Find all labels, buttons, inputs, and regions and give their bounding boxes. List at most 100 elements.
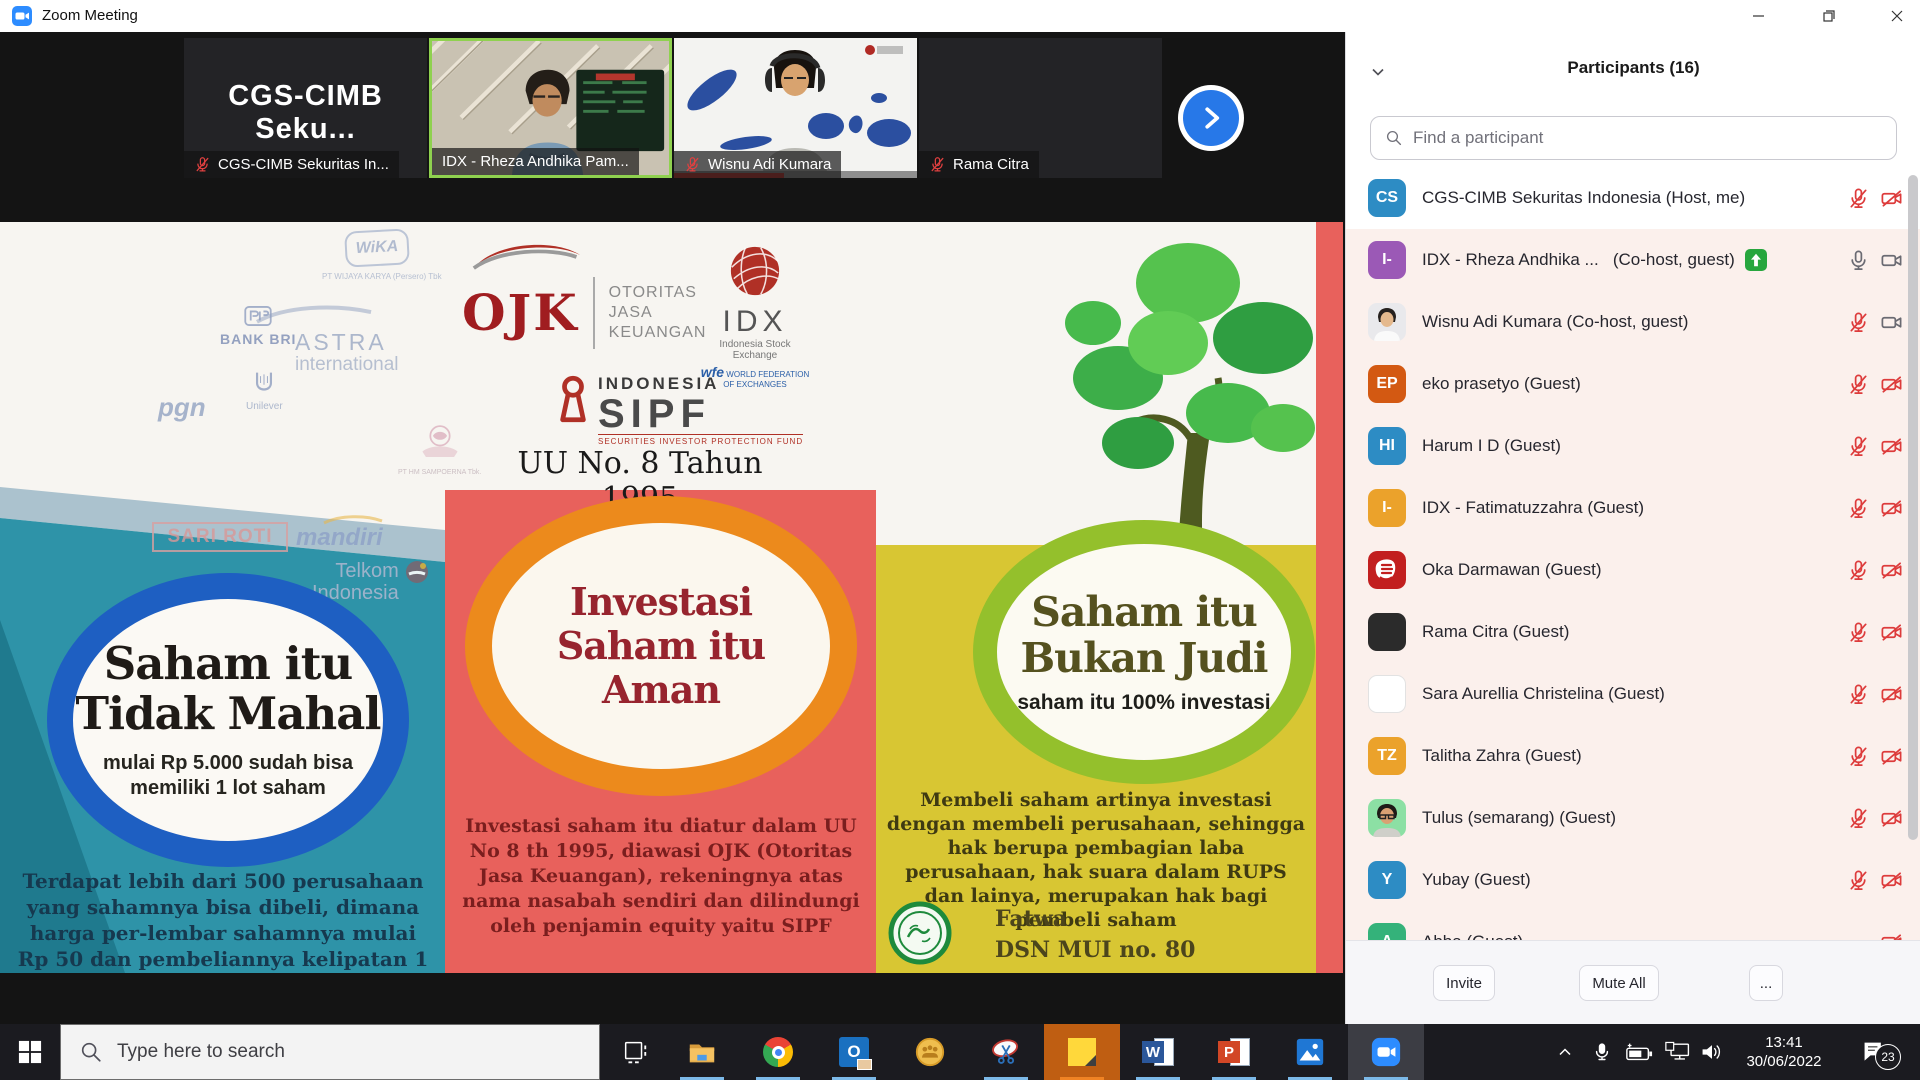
start-button[interactable] <box>0 1024 60 1080</box>
chrome-icon <box>763 1037 793 1067</box>
participant-name: Sara Aurellia Christelina (Guest) <box>1422 684 1665 704</box>
task-view-button[interactable] <box>606 1024 664 1080</box>
participant-row[interactable]: AAbba (Guest) <box>1346 911 1920 940</box>
participant-row[interactable]: CSCGS-CIMB Sekuritas Indonesia (Host, me… <box>1346 167 1920 229</box>
task-view-icon <box>621 1038 649 1066</box>
camera-off-icon <box>1880 187 1903 210</box>
mic-muted-icon <box>1847 497 1870 520</box>
participants-panel: Participants (16) Find a participant CSC… <box>1345 32 1920 1024</box>
taskbar-app-file-explorer[interactable] <box>664 1024 740 1080</box>
zoom-icon <box>1370 1036 1402 1068</box>
mandiri-logo: mandiri <box>296 512 386 552</box>
tree-illustration <box>1058 228 1328 558</box>
restore-icon <box>1823 10 1835 22</box>
participant-row[interactable]: Wisnu Adi Kumara (Co-host, guest) <box>1346 291 1920 353</box>
unilever-logo: Unilever <box>246 370 283 412</box>
camera-off-icon <box>1880 559 1903 582</box>
avatar <box>1368 613 1406 651</box>
participant-row[interactable]: Tulus (semarang) (Guest) <box>1346 787 1920 849</box>
avatar: Y <box>1368 861 1406 899</box>
taskbar-app-outlook[interactable]: O <box>816 1024 892 1080</box>
column1-body-text: Terdapat lebih dari 500 perusahaan yang … <box>16 868 430 973</box>
camera-off-icon <box>1880 435 1903 458</box>
photos-icon <box>1294 1036 1326 1068</box>
video-tile-label: Rama Citra <box>919 151 1039 178</box>
next-page-button[interactable] <box>1178 85 1244 151</box>
search-placeholder: Find a participant <box>1413 128 1543 148</box>
search-icon <box>1385 129 1403 147</box>
powerpoint-icon: P <box>1218 1037 1250 1067</box>
participant-name: Wisnu Adi Kumara <box>708 156 831 173</box>
mic-muted-icon <box>194 156 211 173</box>
participant-row[interactable]: HIHarum I D (Guest) <box>1346 415 1920 477</box>
camera-off-icon <box>1880 683 1903 706</box>
video-tile-text: CGS-CIMB Seku... <box>184 80 427 146</box>
participant-row[interactable]: I- IDX - Rheza Andhika ... (Co-host, gues… <box>1346 229 1920 291</box>
participant-row[interactable]: Rama Citra (Guest) <box>1346 601 1920 663</box>
taskbar-app-snipping-tool[interactable] <box>968 1024 1044 1080</box>
fatwa-text: Fatwa DSN MUI no. 80 <box>995 904 1195 966</box>
participant-row[interactable]: Sara Aurellia Christelina (Guest) <box>1346 663 1920 725</box>
participant-name: CGS-CIMB Sekuritas In... <box>218 156 389 173</box>
participant-row[interactable]: TZTalitha Zahra (Guest) <box>1346 725 1920 787</box>
sipf-keyhole-icon <box>556 374 590 424</box>
taskbar-app-sticky-notes[interactable] <box>1044 1024 1120 1080</box>
camera-off-icon <box>1880 931 1903 941</box>
sticky-notes-icon <box>1068 1038 1096 1066</box>
tray-clock[interactable]: 13:41 30/06/2022 <box>1732 1033 1836 1071</box>
taskbar-apps: O WP <box>664 1024 1424 1080</box>
minimize-icon <box>1753 10 1765 22</box>
video-tile[interactable]: CGS-CIMB Seku... CGS-CIMB Sekuritas In... <box>184 38 427 178</box>
action-center-button[interactable]: 23 <box>1848 1024 1914 1080</box>
invite-button[interactable]: Invite <box>1433 965 1495 1001</box>
participant-row[interactable]: EPeko prasetyo (Guest) <box>1346 353 1920 415</box>
participant-row[interactable]: Oka Darmawan (Guest) <box>1346 539 1920 601</box>
minimize-button[interactable] <box>1736 0 1782 32</box>
avatar: I- <box>1368 241 1406 279</box>
close-button[interactable] <box>1874 0 1920 32</box>
video-tile[interactable]: Wisnu Adi Kumara <box>674 38 917 178</box>
wika-logo: WiKA <box>344 228 410 267</box>
ojk-swoosh-icon <box>462 242 592 270</box>
video-tile[interactable]: IDX - Rheza Andhika Pam... <box>429 38 672 178</box>
participant-search-input[interactable]: Find a participant <box>1370 116 1897 160</box>
participant-list: CSCGS-CIMB Sekuritas Indonesia (Host, me… <box>1346 167 1920 940</box>
participant-row[interactable]: I-IDX - Fatimatuzzahra (Guest) <box>1346 477 1920 539</box>
taskbar-app-chrome[interactable] <box>740 1024 816 1080</box>
video-tile[interactable]: Rama Citra <box>919 38 1162 178</box>
restore-button[interactable] <box>1806 0 1852 32</box>
unilever-u-icon <box>252 370 276 396</box>
tray-overflow-button[interactable] <box>1548 1024 1582 1080</box>
tray-volume-icon[interactable] <box>1694 1024 1730 1080</box>
taskbar-app-word[interactable]: W <box>1120 1024 1196 1080</box>
mic-muted-icon <box>1847 373 1870 396</box>
participant-row[interactable]: YYubay (Guest) <box>1346 849 1920 911</box>
taskbar-app-ibm-notes[interactable] <box>892 1024 968 1080</box>
tray-date: 30/06/2022 <box>1732 1052 1836 1071</box>
window-title: Zoom Meeting <box>42 7 138 24</box>
search-icon <box>79 1040 103 1064</box>
tray-microphone-icon[interactable] <box>1586 1024 1618 1080</box>
indonesia-sipf-logo: INDONESIA SIPF SECURITIES INVESTOR PROTE… <box>556 374 803 446</box>
tray-time: 13:41 <box>1732 1033 1836 1052</box>
taskbar-app-powerpoint[interactable]: P <box>1196 1024 1272 1080</box>
participant-name: Harum I D (Guest) <box>1422 436 1561 456</box>
participant-name: Wisnu Adi Kumara (Co-host, guest) <box>1422 312 1688 332</box>
scrollbar-thumb[interactable] <box>1908 175 1918 840</box>
participant-name: Rama Citra <box>953 156 1029 173</box>
participant-name: IDX - Rheza Andhika Pam... <box>442 153 629 170</box>
participants-title: Participants (16) <box>1346 58 1920 78</box>
taskbar-app-photos[interactable] <box>1272 1024 1348 1080</box>
more-options-button[interactable]: ... <box>1749 965 1783 1001</box>
sari-roti-logo: SARI ROTI <box>152 522 288 552</box>
camera-off-icon <box>1880 621 1903 644</box>
mute-all-button[interactable]: Mute All <box>1579 965 1659 1001</box>
participant-name: IDX - Rheza Andhika ... (Co-host, guest) <box>1422 250 1735 270</box>
avatar: A <box>1368 923 1406 940</box>
taskbar-search-input[interactable]: Type here to search <box>60 1024 600 1080</box>
participant-name: eko prasetyo (Guest) <box>1422 374 1581 394</box>
taskbar-app-zoom[interactable] <box>1348 1024 1424 1080</box>
tray-battery-icon[interactable] <box>1620 1024 1658 1080</box>
tray-network-icon[interactable] <box>1660 1024 1696 1080</box>
participant-name: Rama Citra (Guest) <box>1422 622 1569 642</box>
